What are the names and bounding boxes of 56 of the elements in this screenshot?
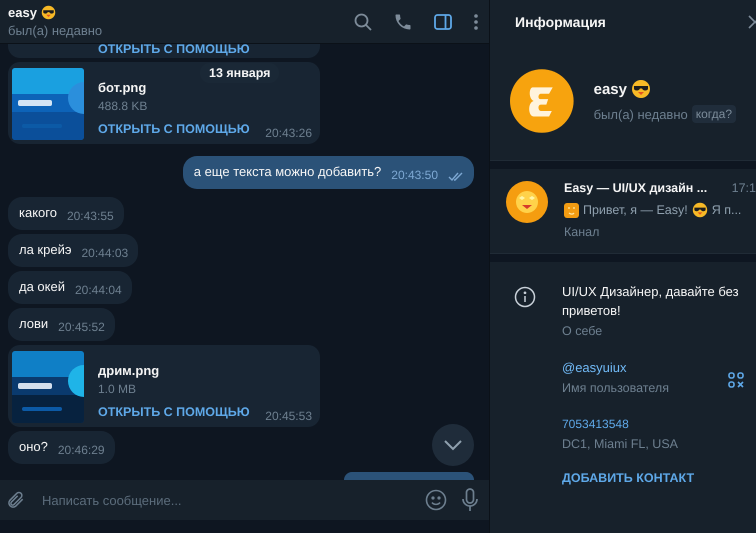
profile-name: easy: [594, 80, 627, 98]
phone-label: DC1, Miami FL, USA: [562, 437, 679, 451]
qr-code-icon[interactable]: [728, 372, 744, 388]
profile-avatar: [510, 66, 574, 136]
close-icon[interactable]: [748, 15, 756, 29]
sticker-icon: [564, 202, 579, 218]
username-label: Имя пользователя: [562, 381, 670, 395]
scroll-down-button[interactable]: [432, 424, 474, 466]
add-contact-button[interactable]: ДОБАВИТЬ КОНТАКТ: [562, 471, 694, 485]
channel-avatar: [506, 181, 548, 223]
file-size: 1.0 MB: [98, 382, 138, 396]
sunglasses-face-icon: [630, 79, 651, 99]
message-time: 20:45:52: [58, 320, 105, 334]
chevron-down-icon: [443, 439, 463, 451]
profile-status: был(а) недавно: [594, 106, 688, 122]
paperclip-icon[interactable]: [6, 490, 26, 510]
chat-status: был(а) недавно: [8, 23, 104, 38]
message-time: 20:46:29: [58, 443, 105, 458]
message-time: 20:44:04: [74, 283, 122, 298]
open-with-link[interactable]: ОТКРЫТЬ С ПОМОЩЬЮ: [98, 405, 250, 420]
about-text: UI/UX Дизайнер, давайте без приветов!: [562, 283, 740, 320]
phone-button[interactable]: [393, 12, 413, 32]
file-size: 488.8 KB: [98, 99, 148, 114]
open-with-link[interactable]: ОТКРЫТЬ С ПОМОЩЬЮ: [98, 122, 250, 136]
channel-type: Канал: [564, 225, 600, 239]
message-time: 20:43:50: [391, 168, 438, 182]
sidebar-toggle-button[interactable]: [433, 12, 453, 32]
username[interactable]: @easyuiux: [562, 360, 746, 375]
message-text: ла крейэ: [19, 242, 72, 260]
channel-title: Easy — UI/UX дизайн ...: [564, 181, 708, 195]
message-text: лови: [19, 316, 48, 334]
channel-preview: Привет, я — Easy!: [583, 203, 688, 217]
channel-time: 17:1: [732, 181, 756, 195]
search-button[interactable]: [353, 12, 373, 32]
message-time: 20:43:26: [265, 126, 312, 140]
info-icon: [514, 286, 536, 308]
microphone-icon[interactable]: [461, 488, 479, 512]
more-button[interactable]: [473, 12, 479, 32]
chat-title: easy: [8, 5, 37, 20]
message-text: оно?: [19, 439, 48, 456]
open-with-link[interactable]: ОТКРЫТЬ С ПОМОЩЬЮ: [98, 44, 250, 56]
message-text: да окей: [19, 279, 65, 296]
last-seen-hint[interactable]: когда?: [692, 105, 736, 123]
emoji-icon[interactable]: [425, 489, 447, 511]
file-name: бот.png: [98, 80, 146, 96]
about-label: О себе: [562, 324, 604, 338]
message-time: 20:45:53: [265, 409, 312, 424]
panel-title: Информация: [515, 14, 606, 30]
phone-number[interactable]: 7053413548: [562, 417, 746, 431]
message-text: а еще текста можно добавить?: [194, 164, 382, 182]
sunglasses-face-icon: [40, 5, 56, 20]
channel-preview: Я п...: [712, 203, 742, 217]
message-time: 20:44:03: [81, 246, 128, 260]
file-name: дрим.png: [98, 363, 160, 378]
message-time: 20:43:55: [66, 209, 114, 224]
message-text: какого: [19, 205, 57, 222]
